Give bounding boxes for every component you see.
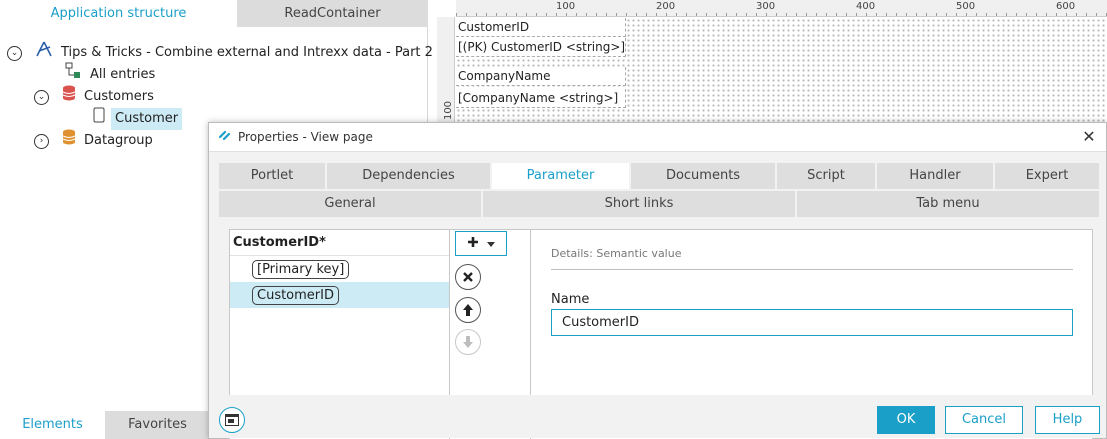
tree-item-all-entries-label: All entries [90, 67, 156, 82]
ruler-label: 300 [756, 1, 776, 12]
ruler-label: 600 [1056, 1, 1076, 12]
tree-item-customer-label: Customer [111, 108, 183, 130]
collapse-icon[interactable]: ⌄ [7, 45, 22, 61]
page-designer-canvas[interactable]: 100 200 300 400 500 600 100 CustomerID [… [437, 0, 1107, 122]
tree-item-datagroup[interactable]: › Datagroup [34, 129, 153, 153]
dialog-footer: OK Cancel Help [209, 395, 1106, 438]
help-button[interactable]: Help [1035, 406, 1100, 434]
name-label: Name [551, 292, 590, 307]
horizontal-ruler: 100 200 300 400 500 600 [456, 0, 1107, 17]
add-button[interactable] [455, 231, 507, 256]
ruler-label: 400 [856, 1, 876, 12]
ruler-label: 500 [956, 1, 976, 12]
arrow-down-icon [463, 336, 473, 348]
delete-button[interactable] [455, 264, 481, 290]
window-icon [225, 414, 239, 426]
ruler-label: 100 [443, 100, 455, 121]
tab-parameter[interactable]: Parameter [492, 163, 631, 189]
ruler-label: 200 [656, 1, 676, 12]
tab-dependencies[interactable]: Dependencies [327, 163, 492, 189]
expand-icon[interactable]: › [34, 133, 49, 149]
tab-favorites[interactable]: Favorites [105, 411, 210, 439]
tree-item-customers[interactable]: ⌄ Customers [34, 85, 154, 109]
tree-item-all-entries[interactable]: All entries [64, 62, 156, 86]
vertical-ruler: 100 [437, 17, 455, 122]
tree-item-customer[interactable]: Customer [93, 107, 183, 131]
bottom-tab-bar: Elements Favorites [0, 411, 210, 439]
close-icon[interactable]: ✕ [1078, 126, 1100, 148]
tab-readcontainer[interactable]: ReadContainer [237, 0, 428, 27]
tab-short-links[interactable]: Short links [483, 191, 797, 217]
tab-elements[interactable]: Elements [0, 411, 105, 439]
name-input[interactable] [551, 309, 1073, 336]
details-caption: Details: Semantic value [551, 247, 682, 260]
tab-expert[interactable]: Expert [995, 163, 1099, 189]
designer-field-label[interactable]: CustomerID [456, 18, 626, 37]
tab-general[interactable]: General [219, 191, 483, 217]
tree-item-datagroup-label: Datagroup [84, 133, 153, 148]
tab-portlet[interactable]: Portlet [219, 163, 327, 189]
tab-application-structure[interactable]: Application structure [0, 0, 237, 27]
dialog-titlebar[interactable]: Properties - View page ✕ [209, 123, 1106, 152]
window-button[interactable] [219, 407, 245, 433]
move-up-button[interactable] [455, 297, 481, 323]
plus-icon [467, 236, 479, 252]
list-header[interactable]: CustomerID* [230, 230, 449, 256]
arrow-up-icon [463, 304, 473, 316]
designer-field-control[interactable]: [CompanyName <string>] [456, 89, 626, 108]
tab-handler[interactable]: Handler [877, 163, 995, 189]
move-down-button[interactable] [455, 329, 481, 355]
tab-script[interactable]: Script [777, 163, 877, 189]
divider [551, 269, 1073, 270]
tree-item-customers-label: Customers [84, 89, 154, 104]
dialog-title: Properties - View page [238, 130, 373, 144]
ok-button[interactable]: OK [877, 406, 935, 434]
chevron-down-icon [487, 236, 495, 251]
tab-bar-primary: Portlet Dependencies Parameter Documents… [219, 163, 1099, 189]
page-icon [93, 107, 105, 131]
properties-dialog: Properties - View page ✕ Portlet Depende… [208, 122, 1107, 439]
tree-item-root-label: Tips & Tricks - Combine external and Int… [61, 45, 433, 60]
app-icon [35, 41, 53, 65]
top-tab-bar: Application structure ReadContainer [0, 0, 428, 27]
ruler-label: 100 [556, 1, 576, 12]
tree-item-root[interactable]: ⌄ Tips & Tricks - Combine external and I… [7, 41, 433, 65]
database-icon [62, 129, 76, 153]
primary-key-chip: [Primary key] [252, 259, 350, 279]
collapse-icon[interactable]: ⌄ [34, 89, 49, 105]
designer-field-label[interactable]: CompanyName [456, 67, 626, 86]
list-item-customerid[interactable]: CustomerID [230, 282, 449, 308]
database-icon [62, 85, 76, 109]
tab-tab-menu[interactable]: Tab menu [797, 191, 1099, 217]
list-item-primary-key[interactable]: [Primary key] [230, 256, 449, 282]
tab-documents[interactable]: Documents [631, 163, 777, 189]
designer-field-control[interactable]: [(PK) CustomerID <string>] [456, 38, 626, 57]
cancel-button[interactable]: Cancel [945, 406, 1023, 434]
properties-icon [218, 129, 231, 145]
customerid-chip: CustomerID [252, 285, 339, 305]
tab-bar-secondary: General Short links Tab menu [219, 191, 1099, 217]
x-icon [463, 272, 473, 282]
